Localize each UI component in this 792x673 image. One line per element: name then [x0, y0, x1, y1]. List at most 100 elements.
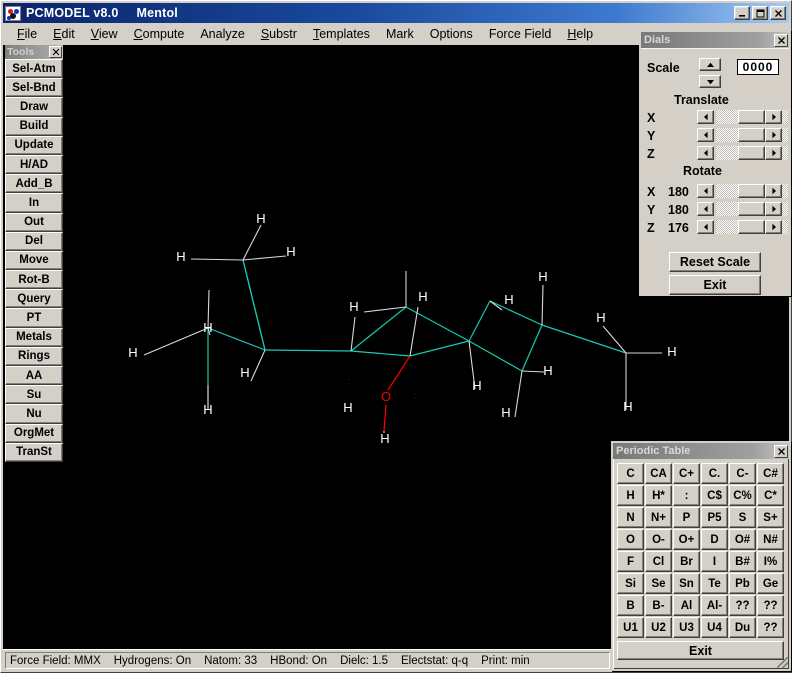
menu-help[interactable]: Help [559, 25, 601, 43]
menu-templates[interactable]: Templates [305, 25, 378, 43]
resize-grip-icon[interactable] [777, 657, 788, 668]
tool-button-nu[interactable]: Nu [5, 404, 63, 424]
pt-button-35[interactable]: Ge [757, 573, 784, 594]
menu-force-field[interactable]: Force Field [481, 25, 560, 43]
menu-file[interactable]: FFileile [9, 25, 45, 43]
tool-button-rot-b[interactable]: Rot-B [5, 270, 63, 290]
pt-button-1[interactable]: CA [645, 463, 672, 484]
pt-button-27[interactable]: I [701, 551, 728, 572]
tool-button-aa[interactable]: AA [5, 366, 63, 386]
translate-y-left-button[interactable] [697, 128, 714, 142]
pt-button-44[interactable]: U3 [673, 617, 700, 638]
translate-z-right-button[interactable] [765, 146, 782, 160]
pt-button-42[interactable]: U1 [617, 617, 644, 638]
pt-button-23[interactable]: N# [757, 529, 784, 550]
rotate-x-thumb[interactable] [738, 184, 765, 198]
tool-button-orgmet[interactable]: OrgMet [5, 423, 63, 443]
pt-button-26[interactable]: Br [673, 551, 700, 572]
menu-options[interactable]: Options [422, 25, 481, 43]
menu-view[interactable]: View [83, 25, 126, 43]
minimize-button[interactable] [734, 6, 750, 20]
tool-button-pt[interactable]: PT [5, 308, 63, 328]
pt-button-34[interactable]: Pb [729, 573, 756, 594]
pt-button-17[interactable]: S+ [757, 507, 784, 528]
tool-button-out[interactable]: Out [5, 212, 63, 232]
scale-value-field[interactable]: 0000 [737, 59, 779, 75]
pt-button-36[interactable]: B [617, 595, 644, 616]
maximize-button[interactable] [752, 6, 768, 20]
tool-button-in[interactable]: In [5, 193, 63, 213]
menu-compute[interactable]: Compute [126, 25, 193, 43]
periodic-table-exit-button[interactable]: Exit [617, 641, 784, 660]
rotate-z-right-button[interactable] [765, 220, 782, 234]
tool-button-su[interactable]: Su [5, 385, 63, 405]
pt-button-20[interactable]: O+ [673, 529, 700, 550]
translate-x-right-button[interactable] [765, 110, 782, 124]
menu-substr[interactable]: Substr [253, 25, 305, 43]
pt-button-45[interactable]: U4 [701, 617, 728, 638]
dials-close-icon[interactable] [774, 33, 788, 47]
rotate-y-right-button[interactable] [765, 202, 782, 216]
translate-x-left-button[interactable] [697, 110, 714, 124]
rotate-y-thumb[interactable] [738, 202, 765, 216]
translate-z-left-button[interactable] [697, 146, 714, 160]
reset-scale-button[interactable]: Reset Scale [669, 252, 761, 272]
close-button[interactable] [770, 6, 786, 20]
pt-button-24[interactable]: F [617, 551, 644, 572]
pt-button-40[interactable]: ?? [729, 595, 756, 616]
dials-exit-button[interactable]: Exit [669, 275, 761, 295]
pt-button-38[interactable]: Al [673, 595, 700, 616]
tool-button-metals[interactable]: Metals [5, 327, 63, 347]
translate-y-thumb[interactable] [738, 128, 765, 142]
pt-button-19[interactable]: O- [645, 529, 672, 550]
rotate-z-thumb[interactable] [738, 220, 765, 234]
tools-close-icon[interactable] [49, 46, 62, 58]
pt-button-39[interactable]: Al- [701, 595, 728, 616]
pt-button-9[interactable]: C$ [701, 485, 728, 506]
pt-button-18[interactable]: O [617, 529, 644, 550]
pt-button-29[interactable]: I% [757, 551, 784, 572]
tool-button-draw[interactable]: Draw [5, 97, 63, 117]
pt-button-14[interactable]: P [673, 507, 700, 528]
pt-button-47[interactable]: ?? [757, 617, 784, 638]
rotate-x-right-button[interactable] [765, 184, 782, 198]
rotate-x-left-button[interactable] [697, 184, 714, 198]
pt-button-41[interactable]: ?? [757, 595, 784, 616]
menu-edit[interactable]: Edit [45, 25, 83, 43]
pt-button-30[interactable]: Si [617, 573, 644, 594]
pt-button-0[interactable]: C [617, 463, 644, 484]
tool-button-transt[interactable]: TranSt [5, 442, 63, 462]
tool-button-move[interactable]: Move [5, 250, 63, 271]
tool-button-rings[interactable]: Rings [5, 346, 63, 366]
pt-button-5[interactable]: C# [757, 463, 784, 484]
pt-button-46[interactable]: Du [729, 617, 756, 638]
translate-x-thumb[interactable] [738, 110, 765, 124]
pt-button-33[interactable]: Te [701, 573, 728, 594]
tool-button-build[interactable]: Build [5, 116, 63, 136]
pt-button-15[interactable]: P5 [701, 507, 728, 528]
pt-button-7[interactable]: H* [645, 485, 672, 506]
tool-button-query[interactable]: Query [5, 289, 63, 309]
pt-button-2[interactable]: C+ [673, 463, 700, 484]
menu-mark[interactable]: Mark [378, 25, 422, 43]
pt-button-11[interactable]: C* [757, 485, 784, 506]
pt-button-22[interactable]: O# [729, 529, 756, 550]
pt-button-25[interactable]: Cl [645, 551, 672, 572]
pt-button-3[interactable]: C. [701, 463, 728, 484]
pt-button-43[interactable]: U2 [645, 617, 672, 638]
tool-button-add-b[interactable]: Add_B [5, 174, 63, 194]
menu-analyze[interactable]: Analyze [192, 25, 252, 43]
pt-button-10[interactable]: C% [729, 485, 756, 506]
translate-z-thumb[interactable] [738, 146, 765, 160]
tool-button-h-ad[interactable]: H/AD [5, 154, 63, 175]
pt-button-31[interactable]: Se [645, 573, 672, 594]
pt-button-6[interactable]: H [617, 485, 644, 506]
pt-button-28[interactable]: B# [729, 551, 756, 572]
scale-down-button[interactable] [699, 75, 721, 88]
rotate-z-left-button[interactable] [697, 220, 714, 234]
pt-button-4[interactable]: C- [729, 463, 756, 484]
tool-button-sel-atm[interactable]: Sel-Atm [5, 59, 63, 79]
tool-button-update[interactable]: Update [5, 135, 63, 155]
tool-button-sel-bnd[interactable]: Sel-Bnd [5, 78, 63, 98]
pt-button-16[interactable]: S [729, 507, 756, 528]
